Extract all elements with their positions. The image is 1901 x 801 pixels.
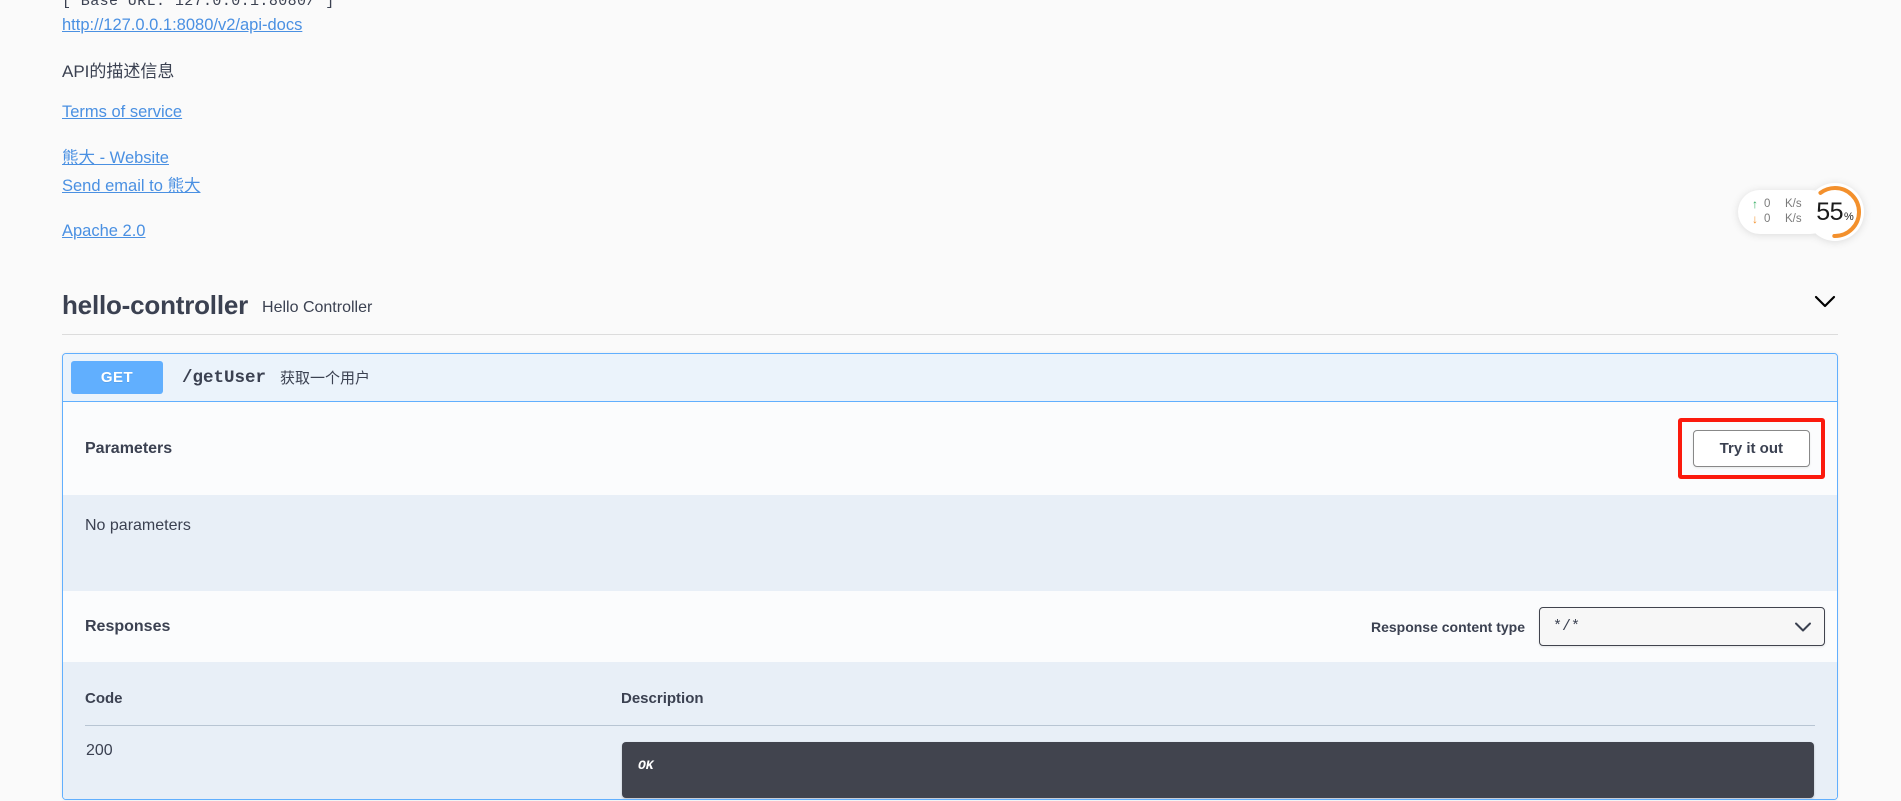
swagger-ui-page: [ Base URL: 127.0.0.1:8080/ ] http://127… xyxy=(0,0,1901,801)
response-content-type-value: */* xyxy=(1553,618,1581,635)
contact-link-row: 熊大 - Website Send email to 熊大 xyxy=(62,144,1162,200)
response-description-text: OK xyxy=(638,758,654,773)
upload-arrow-icon: ↑ xyxy=(1752,197,1758,211)
response-content-type-select[interactable]: */* xyxy=(1539,607,1825,646)
response-code-cell: 200 xyxy=(85,726,621,800)
opblock-body: Parameters Try it out No parameters Resp… xyxy=(63,401,1837,799)
opblock-summary[interactable]: GET /getUser 获取一个用户 xyxy=(63,354,1837,401)
chevron-down-icon[interactable] xyxy=(1812,289,1838,315)
no-parameters-text: No parameters xyxy=(85,517,191,534)
api-description: API的描述信息 xyxy=(62,62,175,81)
column-header-code: Code xyxy=(85,682,621,726)
download-speed-unit: K/s xyxy=(1785,213,1802,225)
chevron-down-icon xyxy=(1794,621,1812,632)
download-speed-row: ↓ 0 K/s xyxy=(1752,212,1802,227)
tag-header[interactable]: hello-controller Hello Controller xyxy=(62,290,1838,335)
download-arrow-icon: ↓ xyxy=(1752,212,1758,226)
responses-header-right: Response content type */* xyxy=(1371,607,1825,646)
percent-symbol: % xyxy=(1844,210,1854,223)
response-content-type-label: Response content type xyxy=(1370,618,1525,635)
column-header-description: Description xyxy=(621,682,1815,726)
opblock-get-getuser: GET /getUser 获取一个用户 Parameters Try it ou… xyxy=(62,353,1838,800)
contact-website-link[interactable]: 熊大 - Website xyxy=(62,144,1162,172)
parameters-title: Parameters xyxy=(85,439,173,457)
response-description-block: OK xyxy=(622,742,1814,798)
responses-table-header-row: Code Description xyxy=(85,682,1815,726)
opblock-path: /getUser xyxy=(182,367,267,388)
responses-body: Code Description 200 OK xyxy=(63,662,1837,799)
api-docs-link[interactable]: http://127.0.0.1:8080/v2/api-docs xyxy=(62,15,302,35)
tag-description: Hello Controller xyxy=(262,298,373,316)
opblock-summary-description: 获取一个用户 xyxy=(280,370,371,387)
dial-label: 55 % xyxy=(1816,198,1854,227)
download-speed-value: 0 xyxy=(1764,213,1771,225)
responses-title: Responses xyxy=(85,617,171,635)
cpu-percent-value: 55 xyxy=(1816,197,1844,226)
contact-email-link[interactable]: Send email to 熊大 xyxy=(62,172,1162,200)
terms-link-row: Terms of service xyxy=(62,99,1162,126)
try-it-out-button[interactable]: Try it out xyxy=(1692,430,1810,467)
api-info-block: [ Base URL: 127.0.0.1:8080/ ] http://127… xyxy=(62,0,1162,245)
try-it-out-wrapper: Try it out xyxy=(1677,418,1825,479)
tag-name: hello-controller xyxy=(62,290,249,320)
license-link[interactable]: Apache 2.0 xyxy=(62,218,1162,245)
terms-of-service-link[interactable]: Terms of service xyxy=(62,99,1162,126)
parameters-header-right: Try it out xyxy=(1677,418,1825,479)
cpu-usage-dial: 55 % xyxy=(1806,183,1864,241)
network-monitor-widget[interactable]: ↑ 0 K/s ↓ 0 K/s 55 % xyxy=(1738,183,1864,241)
table-row: 200 OK xyxy=(85,726,1815,800)
http-method-badge: GET xyxy=(71,361,163,394)
responses-header: Responses Response content type */* xyxy=(63,591,1837,662)
upload-speed-row: ↑ 0 K/s xyxy=(1752,197,1802,212)
response-code-value: 200 xyxy=(86,742,113,759)
base-url-text: [ Base URL: 127.0.0.1:8080/ ] xyxy=(62,0,1162,8)
upload-speed-unit: K/s xyxy=(1785,198,1802,210)
tag-section-hello-controller: hello-controller Hello Controller GET /g… xyxy=(62,290,1838,800)
parameters-body: No parameters xyxy=(63,495,1837,591)
parameters-header: Parameters Try it out xyxy=(63,402,1837,495)
upload-speed-value: 0 xyxy=(1764,198,1771,210)
license-link-row: Apache 2.0 xyxy=(62,218,1162,245)
response-description-cell: OK xyxy=(621,726,1815,800)
responses-table: Code Description 200 OK xyxy=(85,682,1815,799)
